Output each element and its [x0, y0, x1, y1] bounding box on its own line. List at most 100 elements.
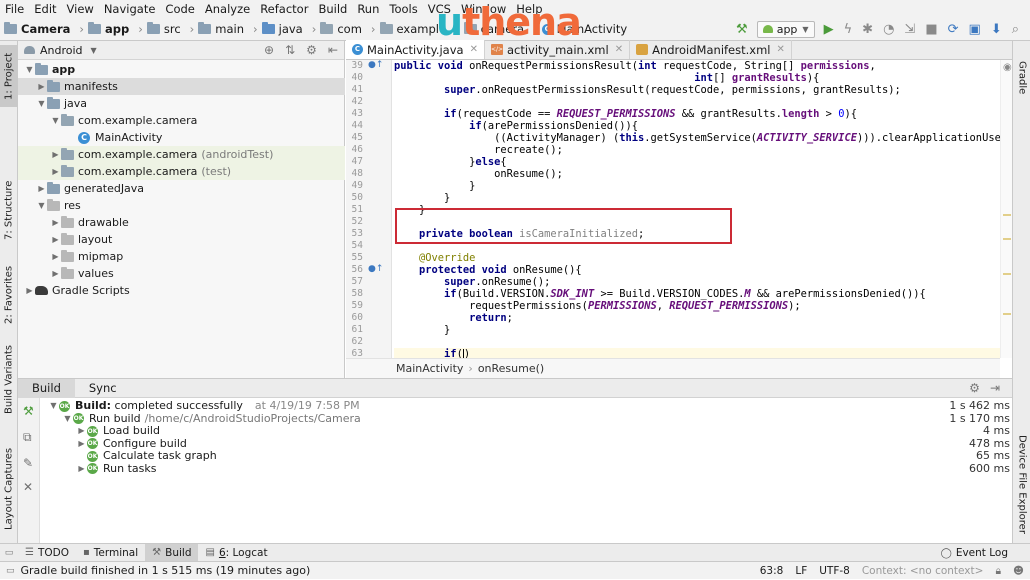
collapse-all-icon[interactable]: ⇅ — [285, 43, 295, 57]
gear-icon[interactable]: ⚙ — [306, 43, 317, 57]
breadcrumb-class[interactable]: MainActivity — [396, 362, 463, 375]
tab-androidmanifest-xml[interactable]: AndroidManifest.xml ✕ — [630, 40, 792, 59]
caret-position[interactable]: 63:8 — [760, 565, 784, 577]
menu-code[interactable]: Code — [160, 0, 199, 18]
chevron-right-icon[interactable]: ▶ — [36, 82, 47, 91]
crumb-example[interactable]: › example — [362, 22, 446, 36]
tool-tab-project[interactable]: 1: Project — [0, 45, 18, 107]
chevron-right-icon[interactable]: ▶ — [50, 269, 61, 278]
run-icon[interactable]: ▶ — [819, 22, 839, 37]
crumb-app[interactable]: › app — [70, 22, 129, 36]
tree-item-layout[interactable]: ▶ layout — [18, 231, 345, 248]
build-row-run-build[interactable]: ▼ OK Run build /home/c/AndroidStudioProje… — [40, 412, 1012, 426]
editor-scrollbar[interactable]: ◉ — [1000, 60, 1012, 358]
close-icon[interactable]: ✕ — [615, 44, 623, 55]
menu-tools[interactable]: Tools — [384, 0, 422, 18]
tree-item-app[interactable]: ▼ app — [18, 61, 345, 78]
chevron-right-icon[interactable]: ▶ — [50, 167, 61, 176]
tool-tab-favorites[interactable]: 2: Favorites — [0, 263, 18, 327]
hide-icon[interactable]: ⇥ — [990, 381, 1000, 395]
menu-refactor[interactable]: Refactor — [255, 0, 313, 18]
tree-item-values[interactable]: ▶ values — [18, 265, 345, 282]
chevron-down-icon[interactable]: ▼ — [62, 413, 73, 425]
tool-tab-terminal[interactable]: ▪ Terminal — [76, 544, 145, 562]
tool-tab-structure[interactable]: 7: Structure — [0, 177, 18, 243]
chevron-right-icon[interactable]: ▶ — [50, 218, 61, 227]
tab-sync[interactable]: Sync — [75, 379, 131, 398]
hammer-icon[interactable]: ⚒ — [731, 22, 753, 37]
crumb-main[interactable]: › main — [181, 22, 244, 36]
sync-gradle-icon[interactable]: ⟳ — [943, 22, 964, 37]
override-marker-icon[interactable]: ●↑ — [368, 264, 383, 274]
toggle-view-icon[interactable]: ⧉ — [23, 430, 32, 445]
inspector-icon[interactable]: ☻ — [1013, 565, 1024, 577]
crumb-mainactivity[interactable]: › C MainActivity — [524, 22, 627, 36]
chevron-right-icon[interactable]: ▶ — [76, 463, 87, 475]
menu-navigate[interactable]: Navigate — [99, 0, 161, 18]
tab-build[interactable]: Build — [18, 378, 75, 398]
profile-icon[interactable]: ◔ — [878, 22, 899, 37]
chevron-right-icon[interactable]: ▶ — [24, 286, 35, 295]
status-toggle-icon[interactable]: ▭ — [6, 566, 15, 576]
tree-item-package-main[interactable]: ▼ com.example.camera — [18, 112, 345, 129]
chevron-right-icon[interactable]: ▶ — [36, 184, 47, 193]
build-row-load-build[interactable]: ▶ OK Load build 4 ms — [40, 425, 1012, 438]
close-icon[interactable]: ✕ — [470, 44, 478, 55]
close-icon[interactable]: ✕ — [777, 44, 785, 55]
tool-tab-device-file-explorer[interactable]: Device File Explorer — [1013, 431, 1030, 537]
apply-changes-icon[interactable]: ϟ — [839, 22, 858, 37]
tool-tab-event-log[interactable]: ◯ Event Log — [941, 544, 1008, 562]
toggle-tool-windows-icon[interactable]: ▭ — [0, 548, 18, 558]
gear-icon[interactable]: ⚙ — [969, 381, 980, 395]
file-encoding[interactable]: UTF-8 — [819, 565, 850, 577]
menu-build[interactable]: Build — [313, 0, 352, 18]
chevron-right-icon[interactable]: ▶ — [50, 252, 61, 261]
chevron-down-icon[interactable]: ▼ — [91, 46, 97, 55]
attach-debugger-icon[interactable]: ⇲ — [899, 22, 920, 37]
tree-item-mainactivity[interactable]: C MainActivity — [18, 129, 345, 146]
breadcrumb-method[interactable]: onResume() — [478, 362, 544, 375]
run-config-select[interactable]: app ▼ — [756, 20, 815, 38]
tree-item-mipmap[interactable]: ▶ mipmap — [18, 248, 345, 265]
stop-icon[interactable]: ■ — [920, 22, 942, 37]
build-row-calculate-task-graph[interactable]: OK Calculate task graph 65 ms — [40, 450, 1012, 463]
build-row-configure-build[interactable]: ▶ OK Configure build 478 ms — [40, 437, 1012, 451]
tree-item-manifests[interactable]: ▶ manifests — [18, 78, 345, 95]
menu-vcs[interactable]: VCS — [423, 0, 456, 18]
build-row-run-tasks[interactable]: ▶ OK Run tasks 600 ms — [40, 462, 1012, 476]
tool-tab-gradle[interactable]: Gradle — [1013, 55, 1030, 101]
chevron-right-icon[interactable]: ▶ — [50, 235, 61, 244]
tab-activity-main-xml[interactable]: </> activity_main.xml ✕ — [485, 40, 631, 59]
chevron-down-icon[interactable]: ▼ — [50, 116, 61, 125]
tab-mainactivity-java[interactable]: C MainActivity.java ✕ — [346, 40, 485, 59]
menu-edit[interactable]: Edit — [29, 0, 61, 18]
close-icon[interactable]: ✕ — [23, 480, 33, 494]
tree-item-drawable[interactable]: ▶ drawable — [18, 214, 345, 231]
tool-tab-logcat[interactable]: ▤ 6: Logcat — [198, 544, 274, 562]
menu-file[interactable]: File — [0, 0, 29, 18]
chevron-right-icon[interactable]: ▶ — [76, 438, 87, 450]
crumb-camera-pkg[interactable]: › camera — [446, 22, 524, 36]
debug-icon[interactable]: ✱ — [857, 22, 878, 37]
tool-tab-layout-captures[interactable]: Layout Captures — [0, 443, 18, 535]
hide-icon[interactable]: ⇤ — [328, 43, 338, 57]
search-icon[interactable]: ⌕ — [1007, 22, 1024, 37]
tool-tab-build[interactable]: ⚒ Build — [145, 543, 199, 562]
tool-tab-todo[interactable]: ☰ TODO — [18, 544, 76, 562]
lock-icon[interactable]: 🔒︎ — [995, 565, 1001, 578]
build-row-root[interactable]: ▼ OK Build: completed successfully at 4/1… — [40, 400, 1012, 413]
crumb-src[interactable]: › src — [129, 22, 181, 36]
tree-item-gradle-scripts[interactable]: ▶ Gradle Scripts — [18, 282, 345, 299]
tree-item-res[interactable]: ▼ res — [18, 197, 345, 214]
chevron-right-icon[interactable]: ▶ — [50, 150, 61, 159]
chevron-down-icon[interactable]: ▼ — [48, 400, 59, 412]
chevron-down-icon[interactable]: ▼ — [36, 99, 47, 108]
menu-view[interactable]: View — [62, 0, 99, 18]
scroll-from-source-icon[interactable]: ⊕ — [264, 43, 274, 57]
line-separator[interactable]: LF — [795, 565, 807, 577]
crumb-com[interactable]: › com — [303, 22, 362, 36]
chevron-down-icon[interactable]: ▼ — [24, 65, 35, 74]
menu-analyze[interactable]: Analyze — [200, 0, 255, 18]
avd-manager-icon[interactable]: ▣ — [964, 22, 986, 37]
status-message[interactable]: Gradle build finished in 1 s 515 ms (19 … — [21, 564, 311, 577]
